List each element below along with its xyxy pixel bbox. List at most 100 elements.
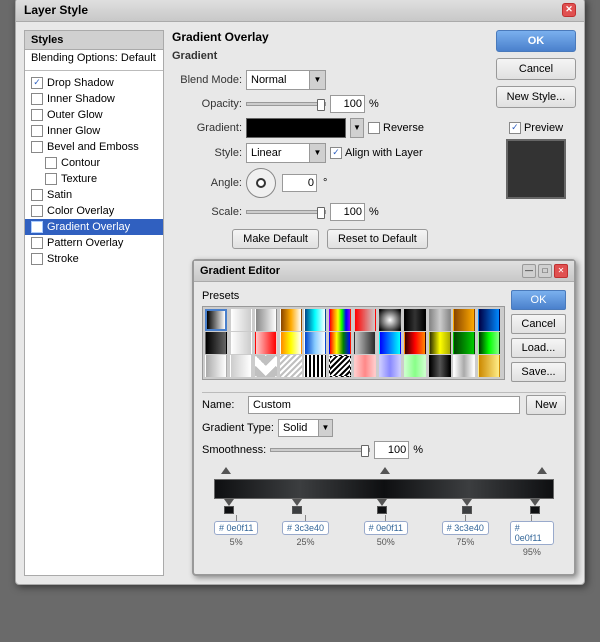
color-stop-75pct[interactable] (462, 499, 472, 514)
reverse-checkbox[interactable] (368, 122, 380, 134)
preset-18[interactable] (329, 332, 351, 354)
opacity-slider[interactable] (246, 102, 326, 106)
ge-save-button[interactable]: Save... (511, 362, 566, 382)
maximize-button[interactable]: □ (538, 264, 552, 278)
preset-9[interactable] (404, 309, 426, 331)
style-item-bevel-emboss[interactable]: Bevel and Emboss (25, 139, 163, 155)
preset-7[interactable] (354, 309, 376, 331)
style-item-pattern-overlay[interactable]: Pattern Overlay (25, 235, 163, 251)
preset-34[interactable] (429, 355, 451, 377)
angle-dial[interactable] (246, 168, 276, 198)
preset-22[interactable] (429, 332, 451, 354)
preset-16[interactable] (280, 332, 302, 354)
color-stop-50pct[interactable] (377, 499, 387, 514)
pattern-overlay-checkbox[interactable] (31, 237, 43, 249)
smoothness-slider[interactable] (270, 448, 370, 452)
preset-14[interactable] (230, 332, 252, 354)
smoothness-input[interactable] (374, 441, 409, 459)
ok-button[interactable]: OK (496, 30, 576, 52)
style-item-satin[interactable]: Satin (25, 187, 163, 203)
preset-21[interactable] (404, 332, 426, 354)
opacity-stop-center[interactable] (380, 467, 390, 474)
ge-cancel-button[interactable]: Cancel (511, 314, 566, 334)
color-stop-25pct[interactable] (292, 499, 302, 514)
preset-15[interactable] (255, 332, 277, 354)
smoothness-slider-thumb[interactable] (361, 445, 369, 457)
style-item-color-overlay[interactable]: Color Overlay (25, 203, 163, 219)
opacity-slider-thumb[interactable] (317, 99, 325, 111)
preset-36[interactable] (478, 355, 500, 377)
preset-4[interactable] (280, 309, 302, 331)
preset-33[interactable] (404, 355, 426, 377)
style-item-inner-shadow[interactable]: Inner Shadow (25, 91, 163, 107)
name-input[interactable] (248, 396, 520, 414)
style-item-contour[interactable]: Contour (25, 155, 163, 171)
opacity-input[interactable] (330, 95, 365, 113)
preview-checkbox[interactable] (509, 122, 521, 134)
style-item-drop-shadow[interactable]: Drop Shadow (25, 75, 163, 91)
color-overlay-checkbox[interactable] (31, 205, 43, 217)
satin-checkbox[interactable] (31, 189, 43, 201)
preset-2[interactable] (230, 309, 252, 331)
style-item-texture[interactable]: Texture (25, 171, 163, 187)
outer-glow-checkbox[interactable] (31, 109, 43, 121)
preset-11[interactable] (453, 309, 475, 331)
preset-19[interactable] (354, 332, 376, 354)
preset-20[interactable] (379, 332, 401, 354)
close-button[interactable]: ✕ (562, 3, 576, 17)
inner-glow-checkbox[interactable] (31, 125, 43, 137)
preset-26[interactable] (230, 355, 252, 377)
preset-24[interactable] (478, 332, 500, 354)
style-item-stroke[interactable]: Stroke (25, 251, 163, 267)
gradient-arrow[interactable]: ▼ (350, 118, 364, 138)
preset-10[interactable] (429, 309, 451, 331)
contour-checkbox[interactable] (45, 157, 57, 169)
new-gradient-button[interactable]: New (526, 395, 566, 415)
new-style-button[interactable]: New Style... (496, 86, 576, 108)
drop-shadow-checkbox[interactable] (31, 77, 43, 89)
preset-8[interactable] (379, 309, 401, 331)
preset-32[interactable] (379, 355, 401, 377)
gradient-swatch[interactable] (246, 118, 346, 138)
style-item-inner-glow[interactable]: Inner Glow (25, 123, 163, 139)
preset-25[interactable] (205, 355, 227, 377)
preset-17[interactable] (304, 332, 326, 354)
reset-default-button[interactable]: Reset to Default (327, 229, 428, 249)
preset-1[interactable] (205, 309, 227, 331)
preset-31[interactable] (354, 355, 376, 377)
style-item-outer-glow[interactable]: Outer Glow (25, 107, 163, 123)
scale-slider-thumb[interactable] (317, 207, 325, 219)
ge-close-button[interactable]: ✕ (554, 264, 568, 278)
preset-23[interactable] (453, 332, 475, 354)
texture-checkbox[interactable] (45, 173, 57, 185)
preset-13[interactable] (205, 332, 227, 354)
gradient-type-select[interactable]: Solid ▼ (278, 419, 333, 437)
align-layer-checkbox[interactable] (330, 147, 342, 159)
cancel-button[interactable]: Cancel (496, 58, 576, 80)
angle-input[interactable] (282, 174, 317, 192)
preset-30[interactable] (329, 355, 351, 377)
gradient-overlay-checkbox[interactable] (31, 221, 43, 233)
style-select[interactable]: Linear ▼ (246, 143, 326, 163)
color-stop-95pct[interactable] (530, 499, 540, 514)
preset-6[interactable] (329, 309, 351, 331)
ge-ok-button[interactable]: OK (511, 290, 566, 310)
preset-12[interactable] (478, 309, 500, 331)
preset-3[interactable] (255, 309, 277, 331)
make-default-button[interactable]: Make Default (232, 229, 319, 249)
bevel-emboss-checkbox[interactable] (31, 141, 43, 153)
stroke-checkbox[interactable] (31, 253, 43, 265)
preset-5[interactable] (304, 309, 326, 331)
gradient-bar[interactable] (214, 479, 554, 499)
color-stop-5pct[interactable] (224, 499, 234, 514)
style-item-blending[interactable]: Blending Options: Default (25, 50, 163, 66)
minimize-button[interactable]: — (522, 264, 536, 278)
scale-slider[interactable] (246, 210, 326, 214)
style-item-gradient-overlay[interactable]: Gradient Overlay (25, 219, 163, 235)
preset-29[interactable] (304, 355, 326, 377)
scale-input[interactable] (330, 203, 365, 221)
blend-mode-select[interactable]: Normal ▼ (246, 70, 326, 90)
opacity-stop-right[interactable] (537, 467, 547, 474)
inner-shadow-checkbox[interactable] (31, 93, 43, 105)
opacity-stop-left[interactable] (221, 467, 231, 474)
